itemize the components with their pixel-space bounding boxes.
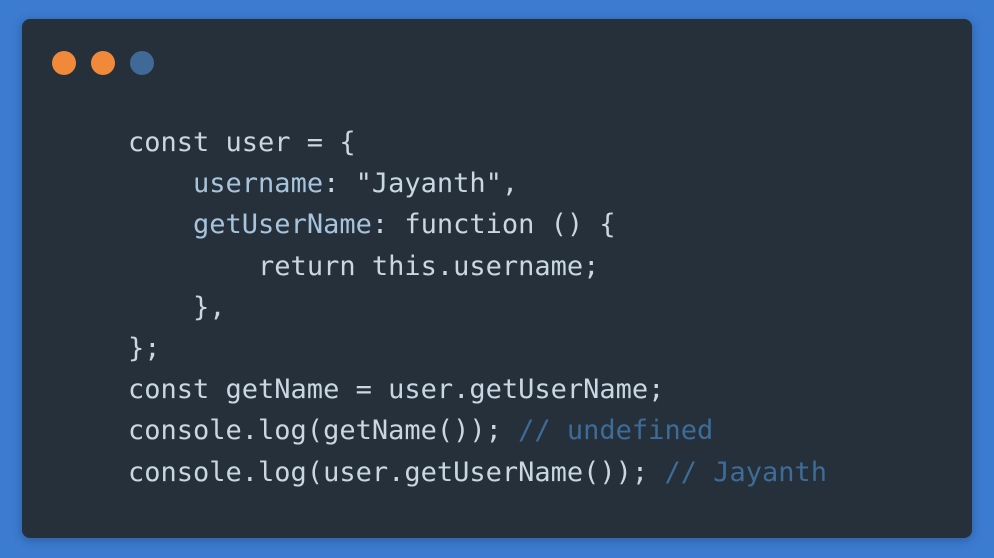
code-token: : function () { xyxy=(371,209,616,241)
code-token: username xyxy=(193,168,324,200)
code-comment: // undefined xyxy=(518,415,714,447)
code-line: getUserName: function () { xyxy=(128,204,827,245)
code-line: console.log(user.getUserName()); // Jaya… xyxy=(128,452,827,493)
maximize-dot-icon[interactable] xyxy=(130,51,154,75)
code-line: const user = { xyxy=(128,122,827,163)
code-token: console.log(user.getUserName()); xyxy=(128,456,665,488)
code-block: const user = { username: "Jayanth", getU… xyxy=(128,122,827,493)
close-dot-icon[interactable] xyxy=(52,51,76,75)
code-line: }, xyxy=(128,287,827,328)
code-token: console.log(getName()); xyxy=(128,415,519,447)
code-line: console.log(getName()); // undefined xyxy=(128,410,827,451)
code-token: getUserName xyxy=(193,209,372,241)
code-token: const user = { xyxy=(128,127,356,158)
code-token: const getName = user.getUserName; xyxy=(128,374,665,406)
code-line: return this.username; xyxy=(128,246,827,287)
code-token: : "Jayanth", xyxy=(323,168,519,200)
code-line: }; xyxy=(128,328,827,369)
code-token: }; xyxy=(128,332,161,364)
code-line: username: "Jayanth", xyxy=(128,163,827,204)
minimize-dot-icon[interactable] xyxy=(91,51,115,75)
code-token: return this.username; xyxy=(258,250,600,282)
window-controls xyxy=(52,51,154,75)
code-token: }, xyxy=(193,291,226,323)
code-comment: // Jayanth xyxy=(664,456,827,488)
code-window: const user = { username: "Jayanth", getU… xyxy=(22,19,972,538)
code-line: const getName = user.getUserName; xyxy=(128,369,827,410)
